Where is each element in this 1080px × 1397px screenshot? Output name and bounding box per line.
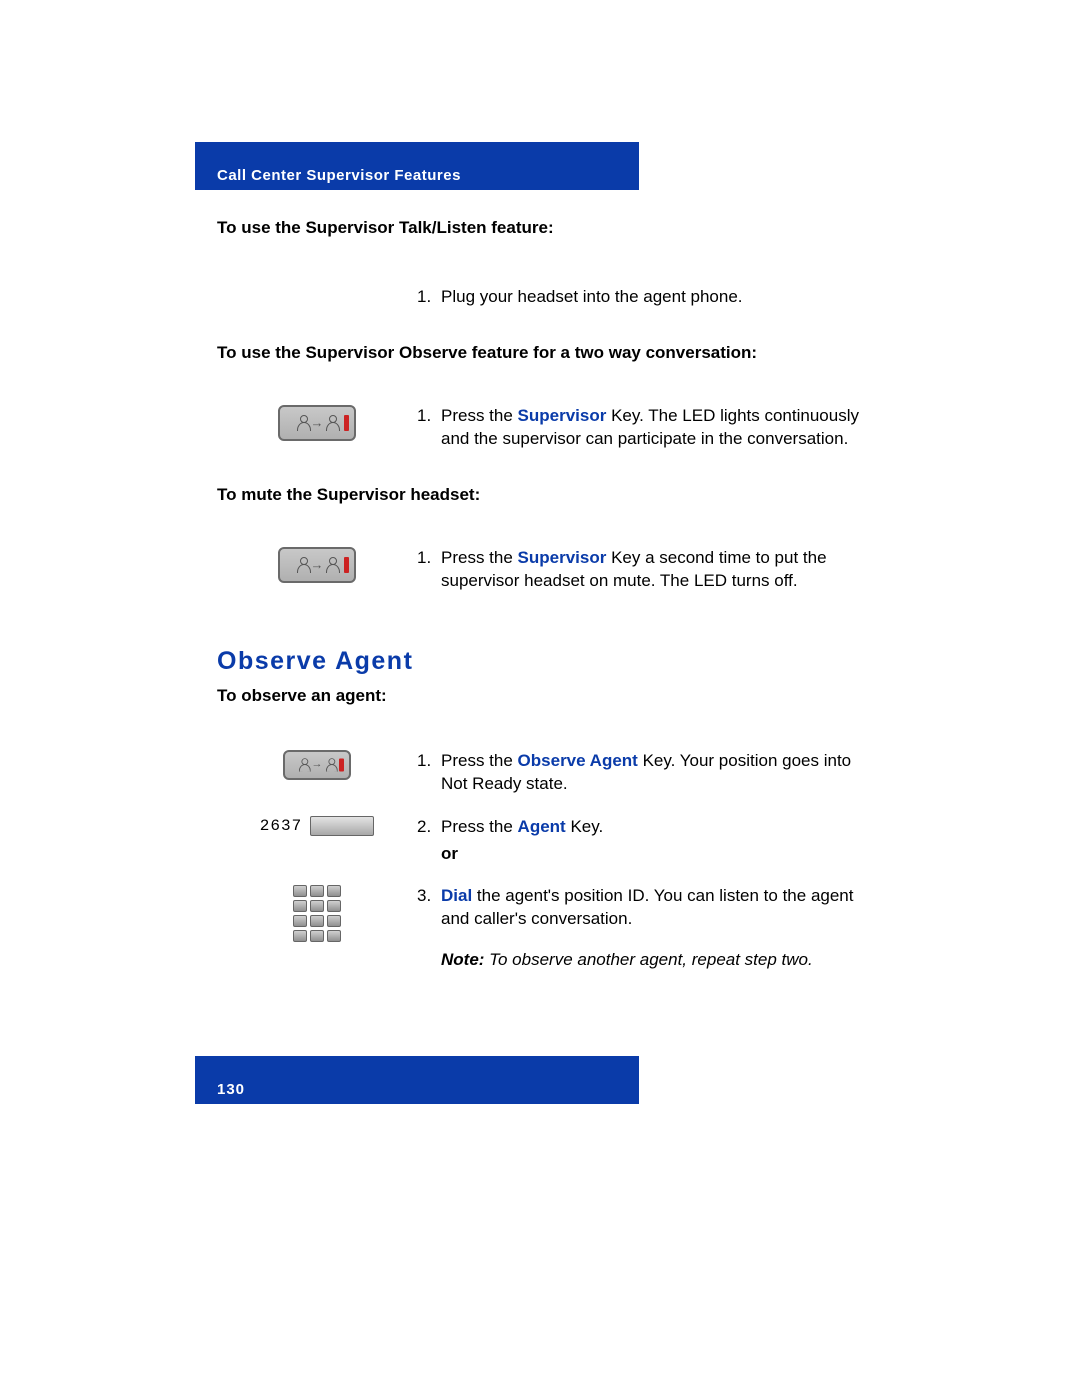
section3-title: To mute the Supervisor headset: bbox=[217, 485, 875, 505]
note-text: To observe another agent, repeat step tw… bbox=[484, 950, 812, 969]
step-number: 3. bbox=[417, 885, 441, 908]
observe-agent-key-icon: → bbox=[283, 750, 351, 780]
keypad-icon bbox=[293, 885, 341, 942]
step-text: Press the Supervisor Key. The LED lights… bbox=[441, 405, 875, 451]
step-text: Press the Observe Agent Key. Your positi… bbox=[441, 750, 875, 796]
step-number: 1. bbox=[417, 405, 441, 428]
or-label: or bbox=[441, 843, 875, 866]
observe-agent-key-label: Observe Agent bbox=[518, 751, 638, 770]
header-bar: Call Center Supervisor Features bbox=[195, 142, 639, 190]
agent-key-row: 2637 bbox=[260, 816, 374, 836]
content-area: To use the Supervisor Talk/Listen featur… bbox=[195, 190, 875, 972]
section1-title: To use the Supervisor Talk/Listen featur… bbox=[217, 218, 875, 238]
step-text: Plug your headset into the agent phone. bbox=[441, 286, 875, 309]
agent-key-icon bbox=[310, 816, 374, 836]
step-text: Press the Supervisor Key a second time t… bbox=[441, 547, 875, 593]
step-text: Dial the agent's position ID. You can li… bbox=[441, 885, 875, 972]
step-number: 1. bbox=[417, 547, 441, 570]
agent-number: 2637 bbox=[260, 817, 302, 835]
page-number: 130 bbox=[217, 1081, 245, 1098]
dial-label: Dial bbox=[441, 886, 472, 905]
step-text: Press the Agent Key. or bbox=[441, 816, 875, 866]
supervisor-key-icon: → bbox=[278, 547, 356, 583]
supervisor-key-label: Supervisor bbox=[518, 406, 607, 425]
step-number: 1. bbox=[417, 750, 441, 773]
step-number: 1. bbox=[417, 286, 441, 309]
supervisor-key-label: Supervisor bbox=[518, 548, 607, 567]
observe-agent-heading: Observe Agent bbox=[217, 647, 875, 676]
supervisor-key-icon: → bbox=[278, 405, 356, 441]
header-title: Call Center Supervisor Features bbox=[217, 167, 461, 184]
footer-bar: 130 bbox=[195, 1056, 639, 1104]
step-number: 2. bbox=[417, 816, 441, 839]
section2-title: To use the Supervisor Observe feature fo… bbox=[217, 343, 875, 363]
note-label: Note: bbox=[441, 950, 484, 969]
observe-subtitle: To observe an agent: bbox=[217, 686, 875, 706]
agent-key-label: Agent bbox=[518, 817, 566, 836]
